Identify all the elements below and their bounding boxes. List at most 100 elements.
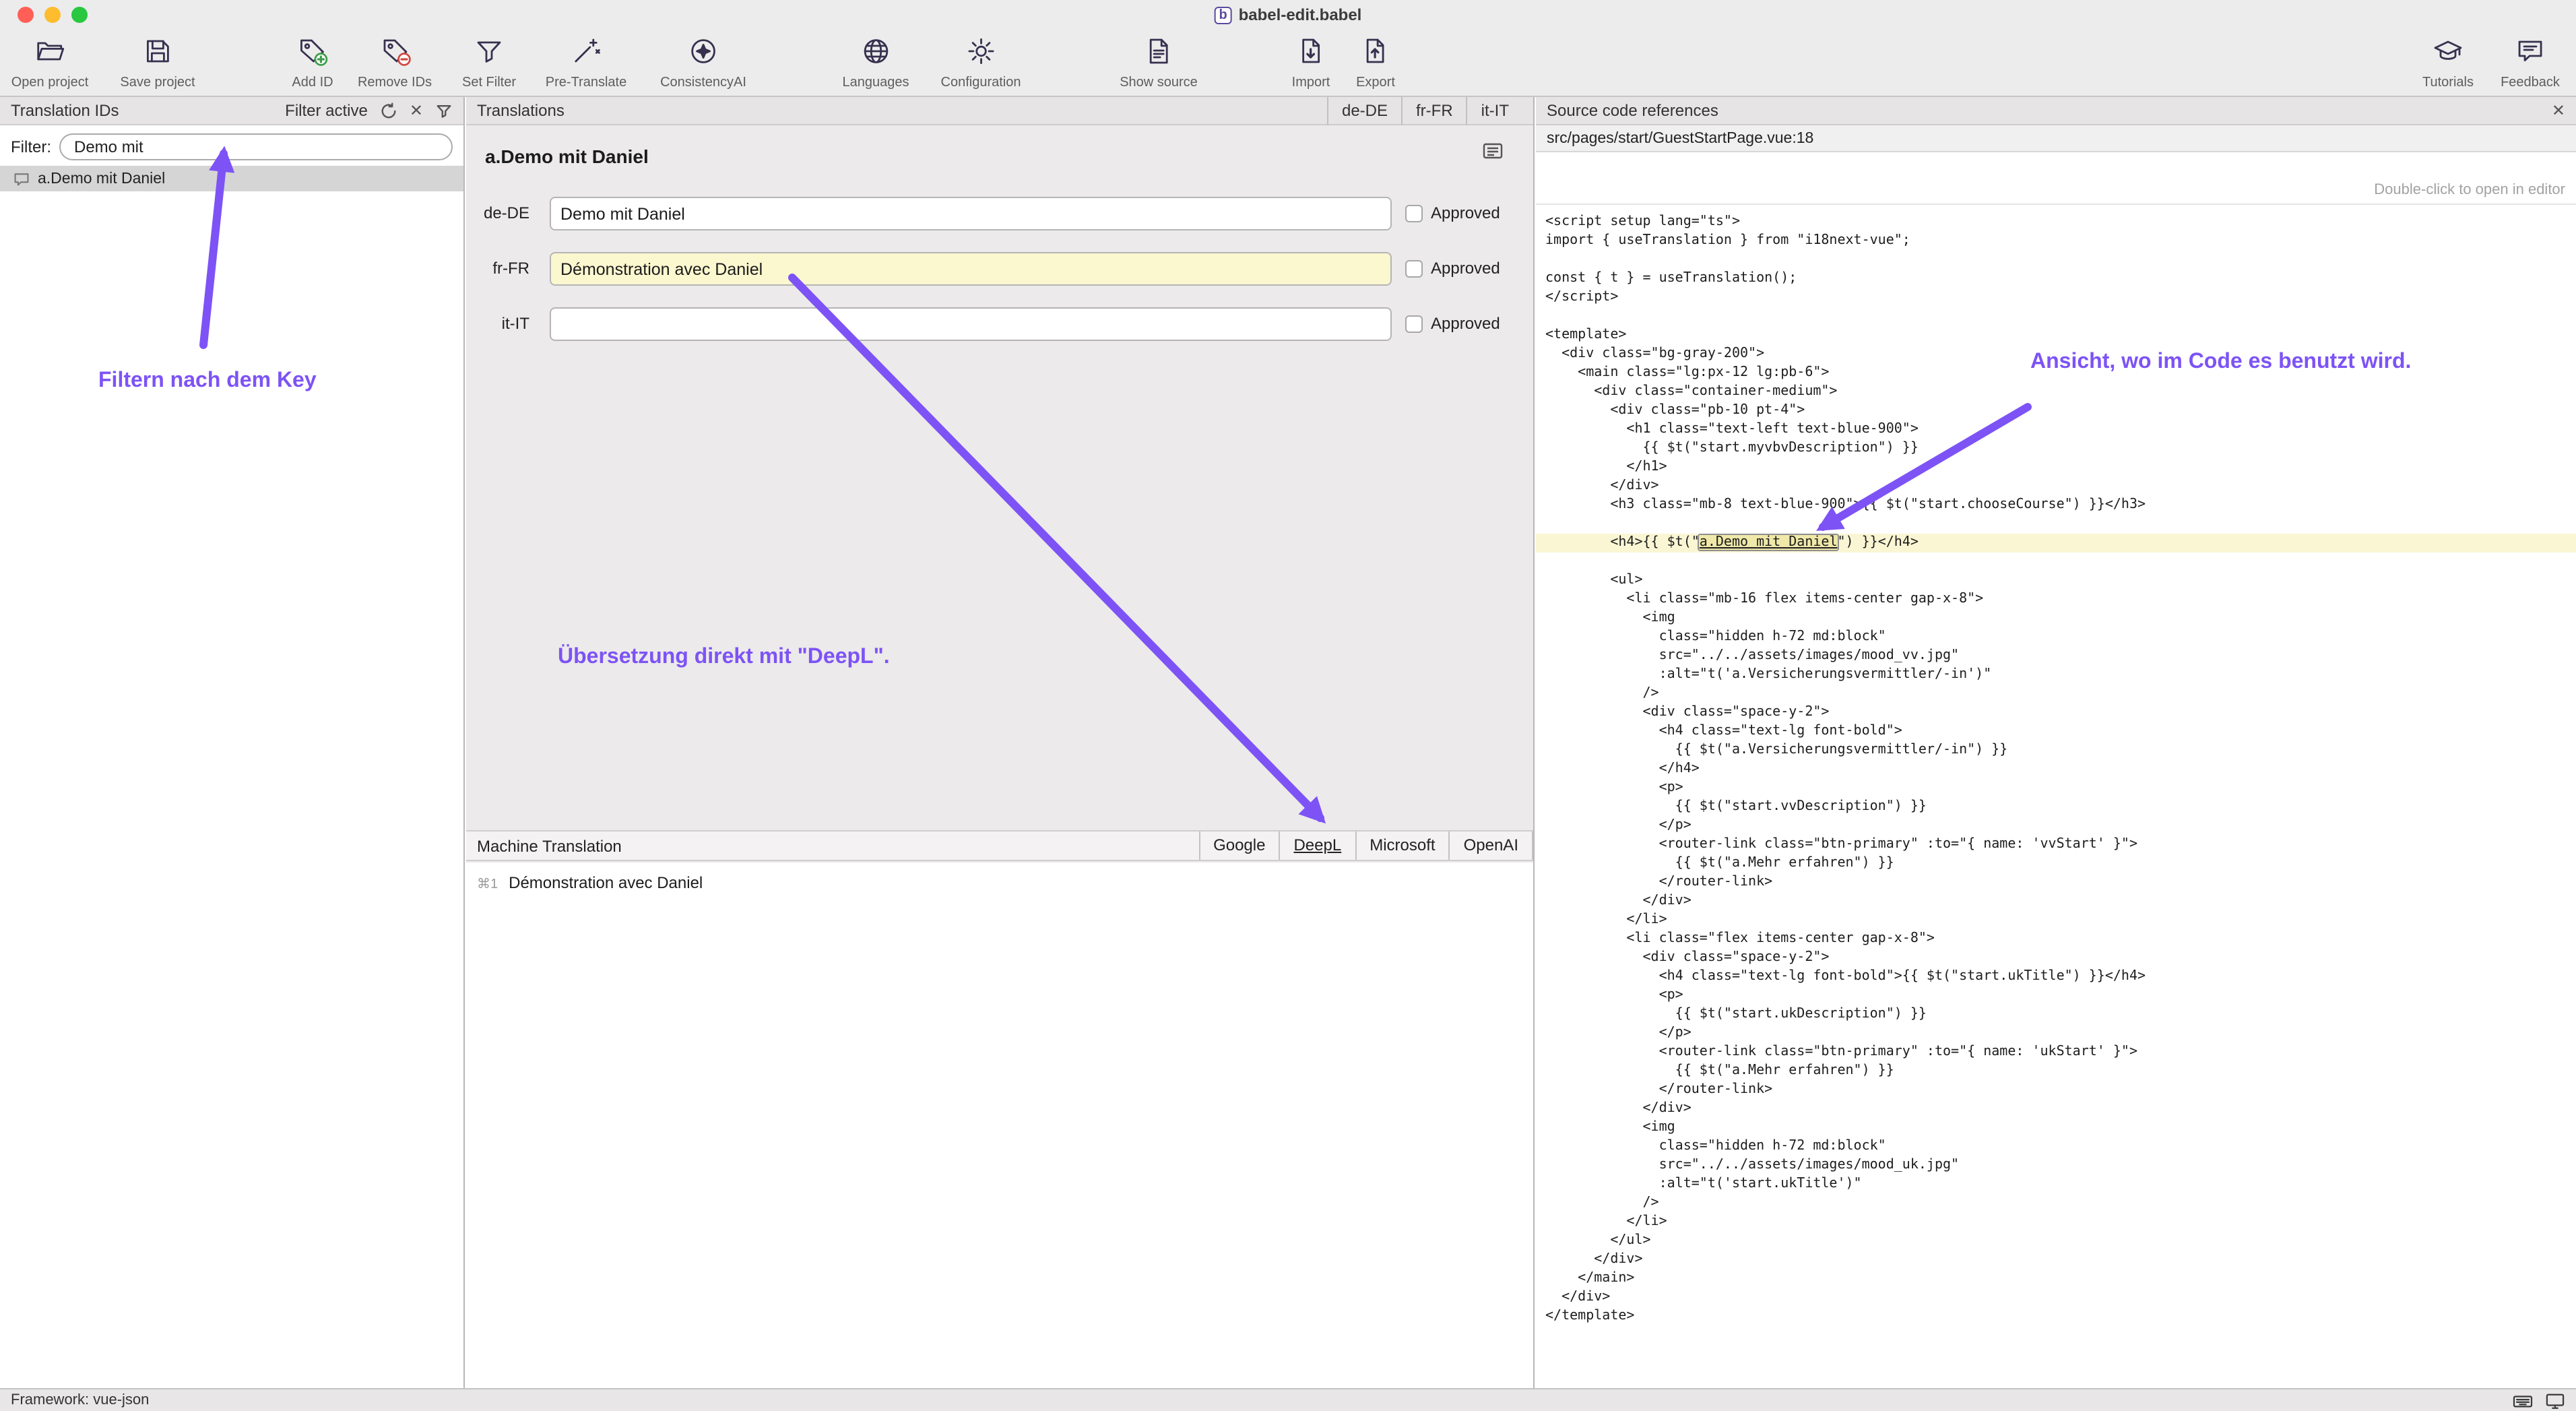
save-icon [141, 35, 174, 74]
traffic-lights [0, 7, 88, 23]
language-label: de-DE [466, 203, 529, 222]
code-line: <p> [1536, 986, 2576, 1005]
open-in-editor-hint: Double-click to open in editor [1536, 152, 2576, 205]
add-id-button[interactable]: Add ID [292, 35, 333, 90]
code-line: <template> [1536, 326, 2576, 345]
feedback-button[interactable]: Feedback [2501, 35, 2560, 90]
code-line: {{ $t("a.Mehr erfahren") }} [1536, 854, 2576, 873]
mt-engine-deepl[interactable]: DeepL [1279, 832, 1355, 860]
code-line: </template> [1536, 1307, 2576, 1326]
approved-label: Approved [1431, 314, 1500, 333]
file-reference[interactable]: src/pages/start/GuestStartPage.vue:18 [1536, 125, 2576, 152]
translation-input-it-IT[interactable] [550, 307, 1392, 341]
machine-translation-bar: Machine Translation Google DeepL Microso… [466, 830, 1533, 861]
export-button[interactable]: Export [1356, 35, 1395, 90]
code-line: <li class="mb-16 flex items-center gap-x… [1536, 590, 2576, 609]
configuration-button[interactable]: Configuration [941, 35, 1021, 90]
translation-row-de-DE: de-DE Approved [466, 197, 1533, 230]
annotation-filter-note: Filtern nach dem Key [98, 369, 317, 394]
screen-icon[interactable] [2545, 1391, 2565, 1409]
babeledit-window: b babel-edit.babel Open project Save pro… [0, 0, 2576, 1411]
tab-de-DE[interactable]: de-DE [1327, 96, 1401, 125]
filter-input[interactable] [59, 133, 453, 160]
zoom-window-button[interactable] [71, 7, 88, 23]
code-line: <script setup lang="ts"> [1536, 213, 2576, 232]
mt-result-row[interactable]: ⌘1 Démonstration avec Daniel [466, 863, 1533, 892]
code-line: <h4>{{ $t("a.Demo mit Daniel") }}</h4> [1536, 534, 2576, 553]
mt-engine-openai[interactable]: OpenAI [1449, 832, 1532, 860]
code-line: <img [1536, 609, 2576, 628]
translations-panel: Translations de-DE fr-FR it-IT a.Demo mi… [466, 97, 1535, 1388]
code-line: </main> [1536, 1269, 2576, 1288]
show-source-button[interactable]: Show source [1120, 35, 1198, 90]
translation-input-de-DE[interactable] [550, 197, 1392, 230]
languages-button[interactable]: Languages [843, 35, 909, 90]
tab-it-IT[interactable]: it-IT [1467, 96, 1522, 125]
code-line: /> [1536, 685, 2576, 703]
minimize-window-button[interactable] [44, 7, 61, 23]
code-line: import { useTranslation } from "i18next-… [1536, 232, 2576, 251]
keyboard-icon[interactable] [2513, 1391, 2533, 1409]
close-window-button[interactable] [18, 7, 34, 23]
mt-engine-google[interactable]: Google [1198, 832, 1279, 860]
toolbar-label: Configuration [941, 75, 1021, 90]
toolbar-label: Tutorials [2422, 75, 2474, 90]
code-line: <div class="container-medium"> [1536, 383, 2576, 402]
open-project-button[interactable]: Open project [11, 35, 89, 90]
comment-icon[interactable] [1482, 142, 1504, 168]
save-project-button[interactable]: Save project [120, 35, 195, 90]
code-line: <div class="pb-10 pt-4"> [1536, 402, 2576, 420]
panel-title: Translations [477, 101, 565, 120]
approved-label: Approved [1431, 259, 1500, 278]
code-line: <li class="flex items-center gap-x-8"> [1536, 930, 2576, 949]
framework-label: Framework: vue-json [11, 1392, 149, 1408]
code-line: /> [1536, 1194, 2576, 1213]
tab-fr-FR[interactable]: fr-FR [1401, 96, 1467, 125]
consistency-ai-button[interactable]: ConsistencyAI [660, 35, 746, 90]
filter-active-label: Filter active [285, 101, 368, 120]
code-view[interactable]: <script setup lang="ts">import { useTran… [1536, 213, 2576, 1388]
code-line [1536, 515, 2576, 534]
code-line: {{ $t("start.myvbvDescription") }} [1536, 439, 2576, 458]
translation-input-fr-FR[interactable] [550, 252, 1392, 286]
pre-translate-button[interactable]: Pre-Translate [546, 35, 626, 90]
translations-header: Translations de-DE fr-FR it-IT [466, 97, 1533, 125]
code-line [1536, 553, 2576, 571]
remove-ids-button[interactable]: Remove IDs [358, 35, 432, 90]
toolbar-label: ConsistencyAI [660, 75, 746, 90]
approved-checkbox[interactable] [1405, 205, 1423, 222]
mt-shortcut-badge: ⌘1 [477, 877, 498, 892]
mt-engine-microsoft[interactable]: Microsoft [1355, 832, 1448, 860]
code-line: </div> [1536, 477, 2576, 496]
code-line: :alt="t('a.Versicherungsvermittler/-in')… [1536, 666, 2576, 685]
titlebar: b babel-edit.babel [0, 0, 2576, 30]
code-line: </div> [1536, 1251, 2576, 1269]
approved-label: Approved [1431, 203, 1500, 222]
panel-title: Source code references [1547, 101, 1718, 120]
clear-filter-icon[interactable]: ✕ [410, 101, 423, 120]
code-line: <ul> [1536, 571, 2576, 590]
code-line: </ul> [1536, 1232, 2576, 1251]
approved-checkbox[interactable] [1405, 315, 1423, 333]
import-button[interactable]: Import [1292, 35, 1330, 90]
tutorials-button[interactable]: Tutorials [2422, 35, 2474, 90]
translation-row-fr-FR: fr-FR Approved [466, 252, 1533, 286]
code-line: class="hidden h-72 md:block" [1536, 1137, 2576, 1156]
close-panel-icon[interactable]: ✕ [2552, 101, 2565, 120]
code-line: src="../../assets/images/mood_uk.jpg" [1536, 1156, 2576, 1175]
magic-wand-icon [570, 35, 602, 74]
window-title: b babel-edit.babel [1215, 5, 1362, 24]
set-filter-button[interactable]: Set Filter [462, 35, 516, 90]
file-reference-text: src/pages/start/GuestStartPage.vue:18 [1547, 130, 1813, 146]
approved-checkbox[interactable] [1405, 260, 1423, 278]
refresh-filter-icon[interactable] [380, 102, 397, 119]
filter-panel-icon[interactable] [435, 102, 453, 119]
folder-open-icon [34, 35, 66, 74]
toolbar-label: Pre-Translate [546, 75, 626, 90]
window-title-text: babel-edit.babel [1239, 5, 1362, 24]
translation-id-item[interactable]: a.Demo mit Daniel [0, 166, 463, 191]
mt-result-text: Démonstration avec Daniel [509, 873, 703, 892]
machine-translation-title: Machine Translation [477, 836, 622, 855]
code-line: src="../../assets/images/mood_vv.jpg" [1536, 647, 2576, 666]
code-line: <div class="space-y-2"> [1536, 949, 2576, 968]
